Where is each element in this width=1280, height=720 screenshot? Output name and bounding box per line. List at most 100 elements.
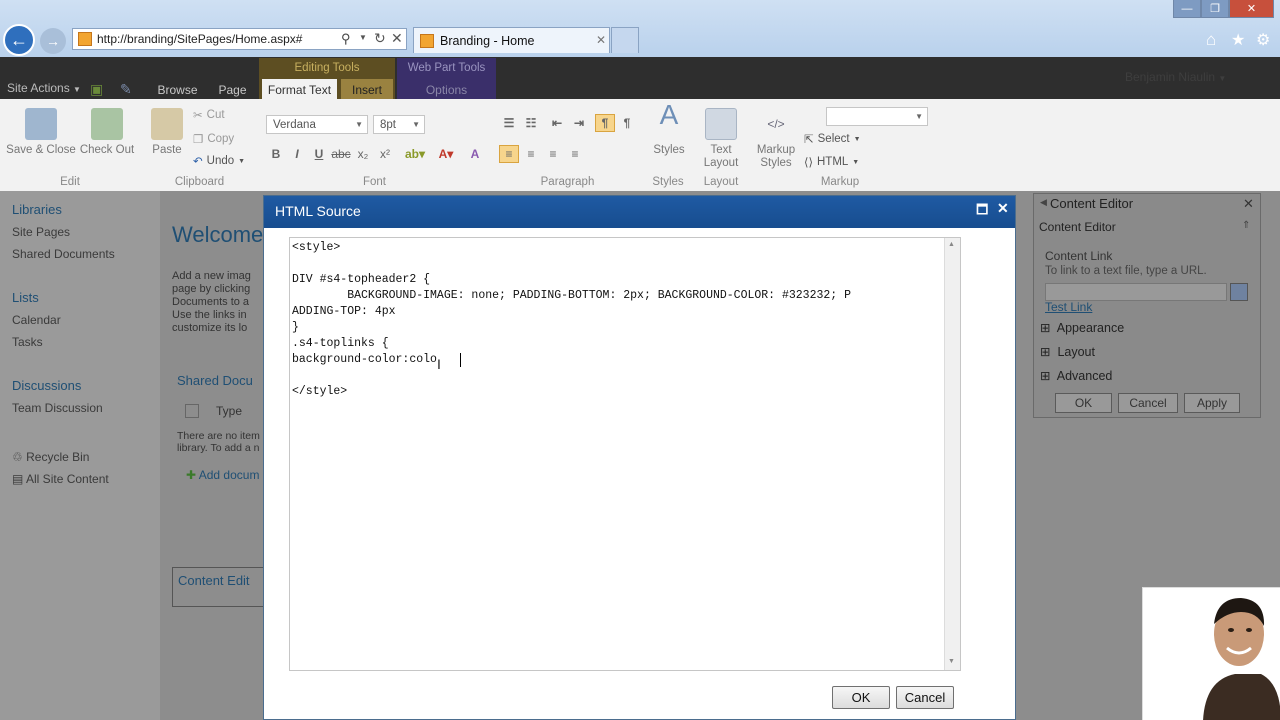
markup-language-select[interactable]: ▼ <box>826 107 928 126</box>
browser-tab-active[interactable]: Branding - Home ✕ <box>413 27 610 53</box>
cut-button[interactable]: ✂ Cut <box>193 108 225 122</box>
copy-button[interactable]: ❐ Copy <box>193 132 234 146</box>
refresh-icon[interactable]: ↻ <box>374 30 386 47</box>
layout-section[interactable]: ⊞ Layout <box>1040 344 1095 359</box>
save-close-label: Save & Close <box>6 144 76 156</box>
ltr-icon[interactable]: ¶ <box>595 114 615 132</box>
close-window-button[interactable]: ✕ <box>1229 0 1274 18</box>
superscript-button[interactable]: x² <box>375 145 395 163</box>
restore-button[interactable]: ❐ <box>1201 0 1229 18</box>
tool-pane-close-icon[interactable]: ✕ <box>1243 196 1254 212</box>
paste-button[interactable]: Paste <box>148 108 186 157</box>
content-link-hint: To link to a text file, type a URL. <box>1045 265 1207 277</box>
collapse-left-icon[interactable]: ◀ <box>1040 197 1047 208</box>
font-size-select[interactable]: 8pt ▼ <box>373 115 425 134</box>
stop-icon[interactable]: ✕ <box>391 30 403 47</box>
underline-button[interactable]: U <box>309 145 329 163</box>
back-button[interactable]: ← <box>3 24 35 56</box>
advanced-section[interactable]: ⊞ Advanced <box>1040 368 1112 383</box>
nav-team-discussion[interactable]: Team Discussion <box>12 401 103 415</box>
styles-button[interactable]: A Styles <box>650 101 688 157</box>
numbering-icon[interactable]: ☷ <box>521 114 541 132</box>
editor-scrollbar[interactable]: ▲ ▼ <box>944 238 960 670</box>
text-layout-button[interactable]: Text Layout <box>698 108 744 170</box>
browse-link-button[interactable] <box>1230 283 1248 301</box>
select-button[interactable]: ⇱ Select ▼ <box>804 132 861 146</box>
user-menu[interactable]: Benjamin Niaulin ▼ <box>1125 70 1226 84</box>
address-bar[interactable]: http://branding/SitePages/Home.aspx# ⚲ ▼… <box>72 28 407 50</box>
content-link-input[interactable] <box>1045 283 1227 301</box>
italic-button[interactable]: I <box>287 145 307 163</box>
tools-gear-icon[interactable]: ⚙ <box>1256 30 1270 50</box>
minimize-button[interactable]: — <box>1173 0 1201 18</box>
add-document-link[interactable]: ✚ Add docum <box>186 468 259 482</box>
test-link[interactable]: Test Link <box>1045 300 1092 314</box>
edit-page-icon[interactable]: ✎ <box>120 81 132 98</box>
strikethrough-button[interactable]: abc <box>331 145 351 163</box>
tool-pane-apply-button[interactable]: Apply <box>1184 393 1240 413</box>
nav-site-pages[interactable]: Site Pages <box>12 225 70 239</box>
bullets-icon[interactable]: ☰ <box>499 114 519 132</box>
appearance-section[interactable]: ⊞ Appearance <box>1040 320 1124 335</box>
save-close-button[interactable]: Save & Close <box>6 108 76 157</box>
tab-options[interactable]: Options <box>397 79 496 100</box>
html-icon: ⟨⟩ <box>804 157 813 169</box>
forward-arrow-icon: → <box>46 33 60 49</box>
nav-libraries[interactable]: Libraries <box>12 202 62 217</box>
nav-shared-documents[interactable]: Shared Documents <box>12 247 115 261</box>
markup-styles-button[interactable]: </> Markup Styles <box>752 108 800 170</box>
scroll-up-icon[interactable]: ▲ <box>948 241 955 248</box>
dropdown-icon[interactable]: ▼ <box>359 33 367 42</box>
maximize-dialog-icon[interactable]: 🗖 <box>976 201 988 223</box>
nav-recycle-bin[interactable]: ♲ Recycle Bin <box>12 450 89 464</box>
check-out-button[interactable]: Check Out <box>78 108 136 157</box>
tab-close-icon[interactable]: ✕ <box>596 33 606 47</box>
tab-page[interactable]: Page <box>210 79 255 100</box>
font-name-select[interactable]: Verdana ▼ <box>266 115 368 134</box>
type-column-header[interactable]: Type <box>216 404 242 418</box>
nav-tasks[interactable]: Tasks <box>12 335 43 349</box>
justify-icon[interactable]: ≡ <box>565 145 585 163</box>
tab-format-text[interactable]: Format Text <box>262 79 337 100</box>
close-dialog-icon[interactable]: ✕ <box>997 200 1009 217</box>
home-icon[interactable]: ⌂ <box>1206 30 1216 50</box>
nav-all-site-content[interactable]: ▤ All Site Content <box>12 472 109 486</box>
tool-pane-cancel-button[interactable]: Cancel <box>1118 393 1178 413</box>
tab-browse[interactable]: Browse <box>150 79 205 100</box>
clear-format-icon[interactable]: A <box>465 145 485 163</box>
highlight-color-button[interactable]: ab▾ <box>401 145 429 163</box>
align-left-icon[interactable]: ≡ <box>499 145 519 163</box>
navigate-up-icon[interactable]: ▣ <box>90 81 103 98</box>
align-right-icon[interactable]: ≡ <box>543 145 563 163</box>
tool-pane-title: Content Editor <box>1050 196 1134 211</box>
dialog-cancel-button[interactable]: Cancel <box>896 686 954 709</box>
select-all-checkbox[interactable] <box>185 404 199 418</box>
subscript-button[interactable]: x₂ <box>353 145 373 163</box>
nav-lists[interactable]: Lists <box>12 290 39 305</box>
expand-plus-icon: ⊞ <box>1040 369 1051 383</box>
search-icon[interactable]: ⚲ <box>341 31 351 47</box>
indent-icon[interactable]: ⇥ <box>569 114 589 132</box>
dialog-ok-button[interactable]: OK <box>832 686 890 709</box>
outdent-icon[interactable]: ⇤ <box>547 114 567 132</box>
bold-button[interactable]: B <box>266 145 286 163</box>
undo-button[interactable]: ↶ Undo ▼ <box>193 154 245 168</box>
select-label: Select <box>817 133 850 145</box>
group-styles-label: Styles <box>652 176 684 188</box>
collapse-up-icon[interactable]: ⇑ <box>1242 220 1250 231</box>
content-editor-webpart[interactable]: Content Edit <box>172 567 264 607</box>
favorites-star-icon[interactable]: ★ <box>1231 30 1245 50</box>
new-tab-button[interactable] <box>611 27 639 53</box>
nav-calendar[interactable]: Calendar <box>12 313 61 327</box>
rtl-icon[interactable]: ¶ <box>617 114 637 132</box>
align-center-icon[interactable]: ≡ <box>521 145 541 163</box>
forward-button[interactable]: → <box>40 28 66 54</box>
site-actions-menu[interactable]: Site Actions ▼ <box>7 81 81 95</box>
nav-discussions[interactable]: Discussions <box>12 378 81 393</box>
scroll-down-icon[interactable]: ▼ <box>948 658 955 665</box>
font-color-button[interactable]: A▾ <box>433 145 459 163</box>
tab-insert[interactable]: Insert <box>341 79 393 100</box>
html-button[interactable]: ⟨⟩ HTML ▼ <box>804 155 859 169</box>
tool-pane-ok-button[interactable]: OK <box>1055 393 1112 413</box>
shared-documents-title[interactable]: Shared Docu <box>177 373 253 388</box>
